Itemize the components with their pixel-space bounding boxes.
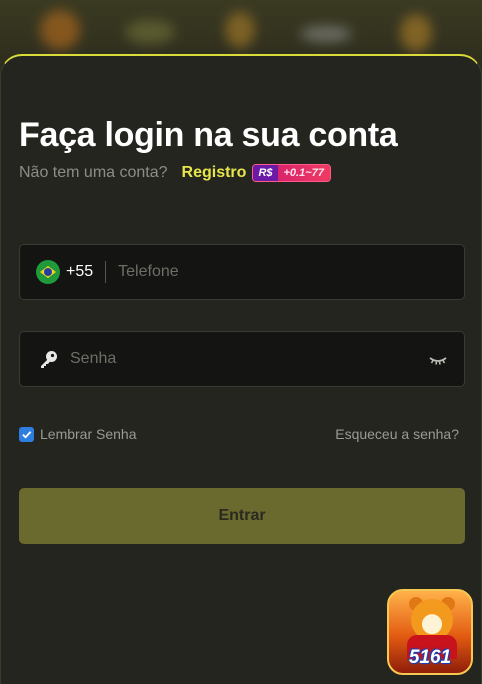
dial-code[interactable]: +55 bbox=[66, 263, 93, 281]
register-prompt: Não tem uma conta? Registro R$ +0.1~77 bbox=[19, 162, 331, 184]
register-link[interactable]: Registro bbox=[182, 164, 247, 182]
divider bbox=[105, 261, 107, 283]
remember-label: Lembrar Senha bbox=[40, 426, 137, 442]
bonus-currency: R$ bbox=[253, 165, 278, 181]
remember-checkbox[interactable] bbox=[19, 426, 34, 442]
app-icon-label: 5161 bbox=[408, 647, 452, 668]
eye-closed-icon[interactable] bbox=[428, 350, 448, 370]
checkmark-icon bbox=[22, 430, 32, 439]
phone-field[interactable]: +55 bbox=[19, 244, 465, 300]
password-input[interactable] bbox=[70, 350, 400, 368]
brazil-flag-icon[interactable] bbox=[36, 260, 60, 284]
login-button[interactable]: Entrar bbox=[19, 488, 465, 544]
key-icon bbox=[38, 348, 60, 370]
bonus-badge[interactable]: R$ +0.1~77 bbox=[252, 164, 331, 182]
no-account-text: Não tem uma conta? bbox=[19, 164, 168, 181]
page-title: Faça login na sua conta bbox=[19, 116, 398, 154]
app-icon[interactable]: 5161 bbox=[387, 589, 473, 675]
password-field[interactable] bbox=[19, 331, 465, 387]
phone-input[interactable] bbox=[118, 263, 419, 281]
bonus-range: +0.1~77 bbox=[277, 165, 330, 181]
forgot-password-link[interactable]: Esqueceu a senha? bbox=[335, 424, 459, 444]
remember-password[interactable]: Lembrar Senha bbox=[19, 424, 137, 444]
